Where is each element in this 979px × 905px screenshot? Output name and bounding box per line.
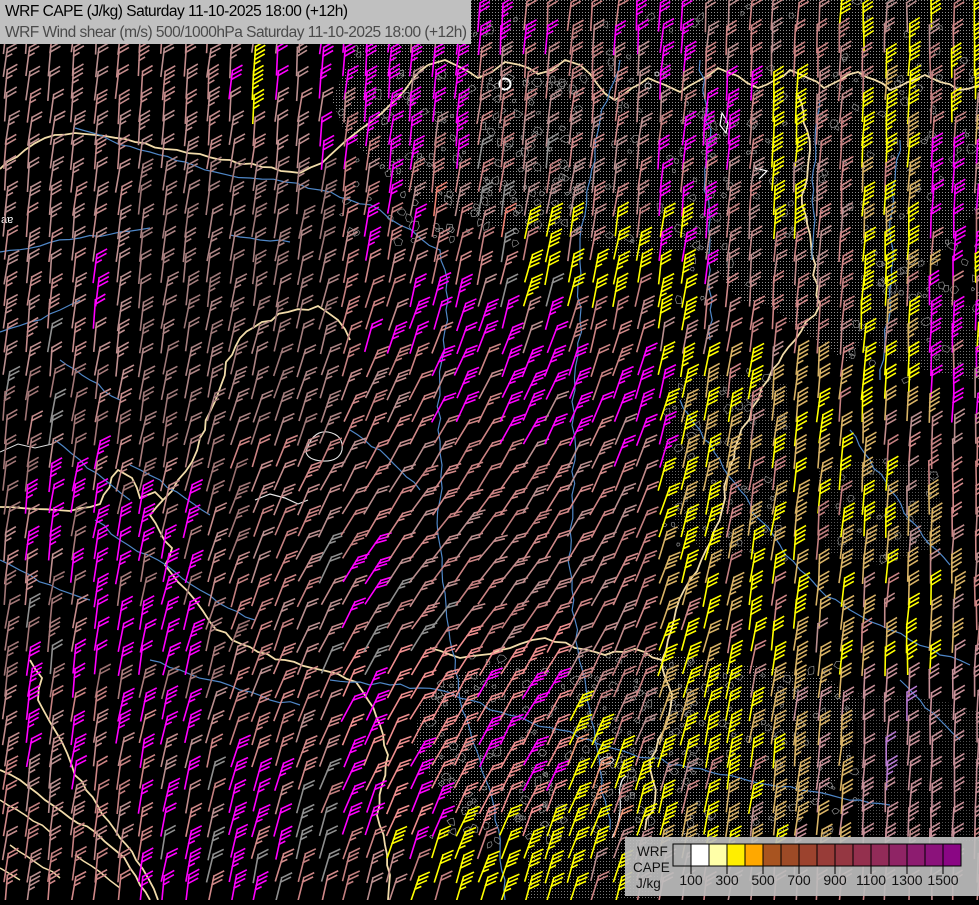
svg-text:WRF CAPE (J/kg) Saturday 11-10: WRF CAPE (J/kg) Saturday 11-10-2025 18:0… bbox=[5, 3, 348, 20]
svg-text:700: 700 bbox=[787, 872, 811, 888]
svg-text:J/kg: J/kg bbox=[636, 876, 661, 891]
svg-text:WRF: WRF bbox=[637, 844, 668, 859]
svg-text:WRF Wind shear (m/s) 500/1000h: WRF Wind shear (m/s) 500/1000hPa Saturda… bbox=[5, 24, 467, 41]
svg-text:900: 900 bbox=[823, 872, 847, 888]
svg-text:1500: 1500 bbox=[927, 872, 958, 888]
svg-text:300: 300 bbox=[715, 872, 739, 888]
svg-text:CAPE: CAPE bbox=[633, 860, 670, 875]
svg-text:1300: 1300 bbox=[891, 872, 922, 888]
svg-text:100: 100 bbox=[679, 872, 703, 888]
svg-text:500: 500 bbox=[751, 872, 775, 888]
svg-text:1100: 1100 bbox=[856, 872, 886, 888]
svg-text:aɐ: aɐ bbox=[1, 214, 13, 226]
